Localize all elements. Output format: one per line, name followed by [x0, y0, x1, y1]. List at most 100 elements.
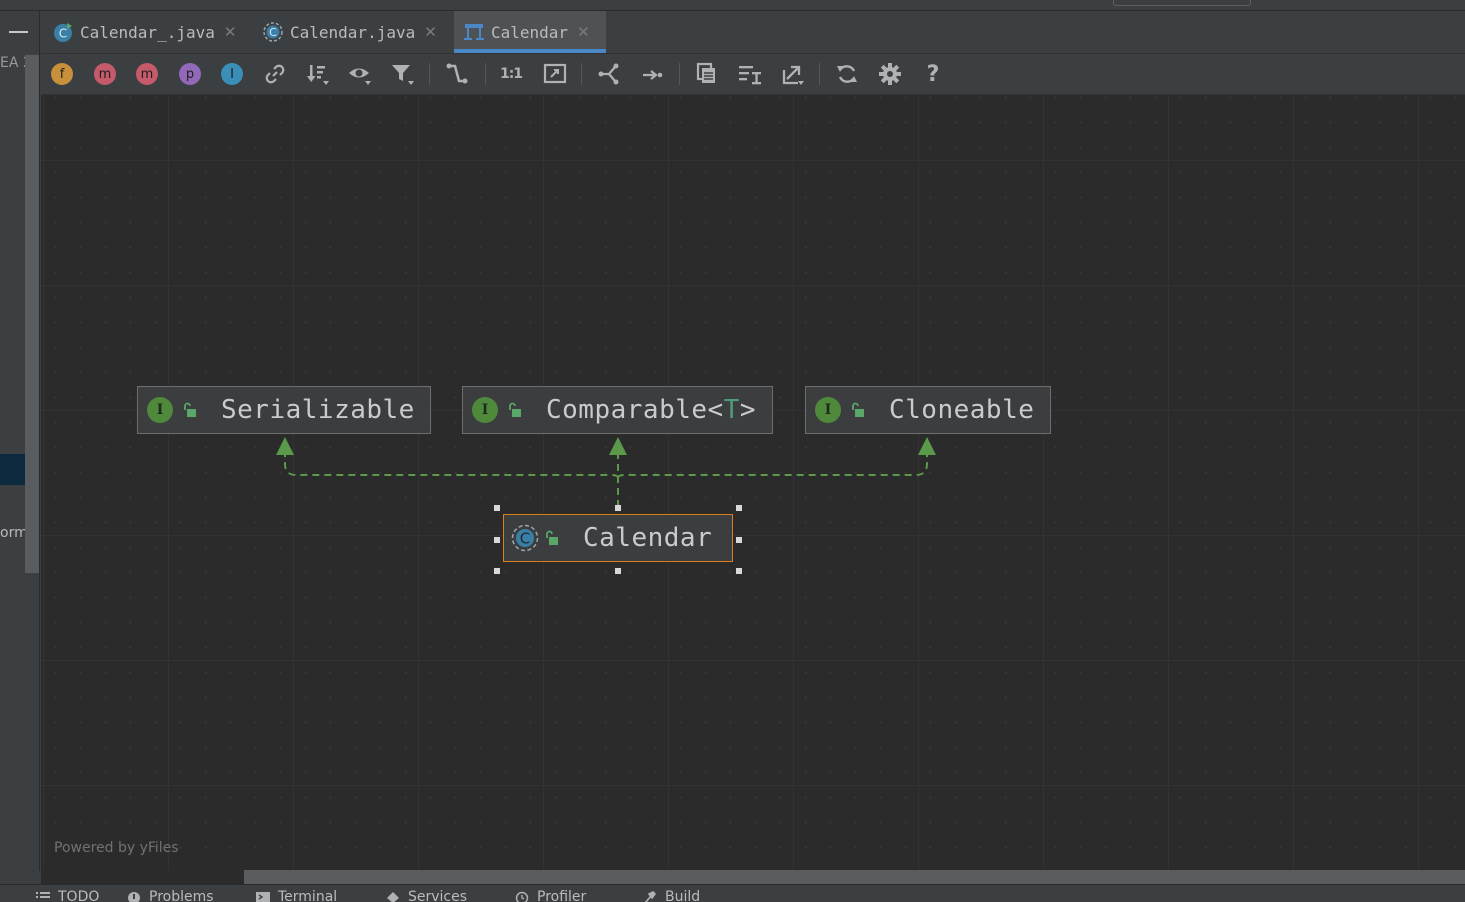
show-methods-button[interactable]: m: [135, 62, 159, 86]
resize-handle-n[interactable]: [615, 505, 621, 511]
project-tool-window-strip: EA 2 orma: [0, 11, 40, 871]
diagram-icon: [464, 22, 484, 42]
title-strip: [0, 0, 1465, 11]
refresh-icon: [835, 62, 859, 86]
node-cloneable[interactable]: I Cloneable: [805, 386, 1051, 434]
node-label: Cloneable: [889, 395, 1034, 425]
interface-icon: I: [815, 397, 841, 423]
actual-size-button[interactable]: 1:1: [499, 62, 523, 86]
edge-routing-button[interactable]: [445, 62, 469, 86]
node-label: Comparable<T>: [546, 395, 756, 425]
inner-class-icon: I: [221, 63, 243, 85]
filter-button[interactable]: [391, 62, 415, 86]
export-text-button[interactable]: [738, 62, 762, 86]
resize-handle-w[interactable]: [494, 537, 500, 543]
resize-handle-se[interactable]: [736, 568, 742, 574]
svg-text:C: C: [59, 27, 67, 41]
toolbar-separator: [679, 63, 680, 85]
help-button[interactable]: ?: [921, 62, 945, 86]
sort-down-icon: [306, 62, 330, 86]
visibility-button[interactable]: [348, 62, 372, 86]
editor-tab-bar: C Calendar_.java ✕ C Calendar.java ✕: [41, 11, 1465, 54]
settings-button[interactable]: [878, 62, 902, 86]
show-fields-button[interactable]: f: [50, 62, 74, 86]
fit-content-icon: [543, 62, 567, 86]
problems-button[interactable]: Problems: [127, 889, 214, 902]
clock-icon: [515, 891, 529, 902]
show-dependencies-button[interactable]: [263, 62, 287, 86]
method-icon: m: [136, 63, 158, 85]
resize-handle-e[interactable]: [736, 537, 742, 543]
project-tree-scrollbar[interactable]: [25, 55, 39, 573]
tab-label: Calendar_.java: [80, 23, 215, 42]
node-comparable[interactable]: I Comparable<T>: [462, 386, 773, 434]
scrollbar-thumb[interactable]: [244, 870, 1465, 884]
tab-calendar-diagram[interactable]: Calendar ✕: [454, 11, 606, 53]
services-button[interactable]: Services: [386, 889, 467, 902]
resize-handle-s[interactable]: [615, 568, 621, 574]
arrowhead-serializable: [276, 437, 294, 455]
unlock-icon: [545, 530, 559, 546]
sort-button[interactable]: [306, 62, 330, 86]
show-inner-classes-button[interactable]: I: [220, 62, 244, 86]
arrowhead-cloneable: [918, 437, 936, 455]
edge-to-cloneable: [618, 447, 927, 478]
profiler-label: Profiler: [537, 889, 586, 902]
show-inherited-methods-button[interactable]: m: [93, 62, 117, 86]
resize-handle-ne[interactable]: [736, 505, 742, 511]
export-icon: [781, 62, 805, 86]
terminal-button[interactable]: Terminal: [256, 889, 337, 902]
export-image-button[interactable]: [781, 62, 805, 86]
resize-handle-sw[interactable]: [494, 568, 500, 574]
interface-icon: I: [472, 397, 498, 423]
horizontal-scrollbar[interactable]: [41, 870, 1465, 884]
close-icon[interactable]: ✕: [577, 23, 590, 41]
node-serializable[interactable]: I Serializable: [137, 386, 431, 434]
search-box[interactable]: [1113, 0, 1251, 6]
show-properties-button[interactable]: p: [178, 62, 202, 86]
java-class-run-icon: C: [53, 22, 73, 42]
type-parameter: T: [724, 395, 740, 425]
toolbar-separator: [429, 63, 430, 85]
fit-content-button[interactable]: [543, 62, 567, 86]
copy-diagram-button[interactable]: [695, 62, 719, 86]
tab-label: Calendar: [491, 23, 568, 42]
apply-layout-button[interactable]: [641, 62, 665, 86]
help-icon: ?: [927, 62, 940, 87]
resize-handle-nw[interactable]: [494, 505, 500, 511]
class-kind: C: [520, 530, 530, 548]
terminal-icon: [256, 891, 270, 902]
field-icon: f: [51, 63, 73, 85]
property-icon: p: [179, 63, 201, 85]
arrow-right-icon: [641, 62, 665, 86]
node-label-name: Comparable<: [546, 395, 724, 425]
close-icon[interactable]: ✕: [224, 23, 237, 41]
todo-button[interactable]: TODO: [36, 889, 99, 902]
profiler-button[interactable]: Profiler: [515, 889, 586, 902]
minimize-icon[interactable]: [9, 31, 28, 33]
unlock-icon: [508, 402, 522, 418]
gear-icon: [878, 62, 902, 86]
diagram-canvas[interactable]: I Serializable I Comparable<T> I Cloneab…: [41, 95, 1465, 870]
todo-label: TODO: [58, 889, 99, 902]
node-label: Calendar: [583, 523, 712, 553]
hammer-icon: [643, 891, 657, 902]
problems-label: Problems: [149, 889, 214, 902]
toolbar-separator: [819, 63, 820, 85]
close-icon[interactable]: ✕: [424, 23, 437, 41]
method-inherited-icon: m: [94, 63, 116, 85]
tab-label: Calendar.java: [290, 23, 415, 42]
refresh-button[interactable]: [835, 62, 859, 86]
abstract-class-icon: C: [511, 524, 539, 552]
diagram-toolbar: f m m p I 1:1: [41, 54, 1465, 95]
build-button[interactable]: Build: [643, 889, 700, 902]
unlock-icon: [183, 402, 197, 418]
list-icon: [36, 891, 50, 902]
tab-calendar-underscore-java[interactable]: C Calendar_.java ✕: [53, 11, 253, 53]
node-calendar[interactable]: C Calendar: [503, 514, 733, 562]
warning-icon: [127, 891, 141, 902]
tab-calendar-java[interactable]: C Calendar.java ✕: [263, 11, 463, 53]
node-label-suffix: >: [740, 395, 756, 425]
yfiles-watermark: Powered by yFiles: [54, 840, 179, 856]
layout-button[interactable]: [597, 62, 621, 86]
